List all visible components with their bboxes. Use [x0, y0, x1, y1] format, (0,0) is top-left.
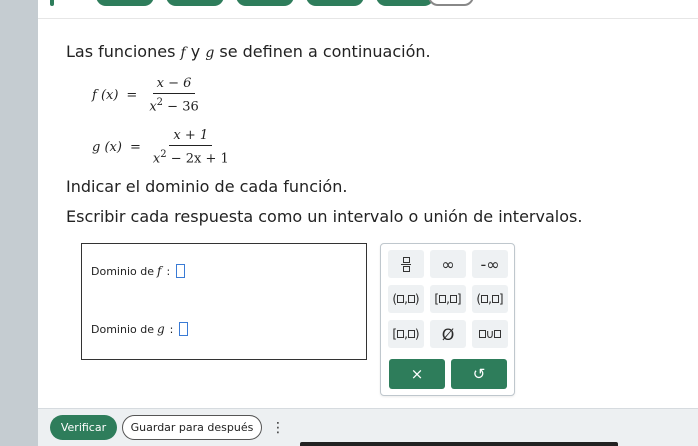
equals-sign: = — [129, 139, 141, 155]
fraction-key[interactable] — [388, 250, 424, 278]
f-den-rest: − 36 — [163, 99, 199, 115]
clear-icon: × — [410, 365, 424, 383]
bottom-scroll-bar — [300, 442, 618, 446]
g-den-rest: − 2x + 1 — [166, 151, 229, 167]
empty-set-key[interactable]: Ø — [430, 320, 466, 348]
open-closed-interval-key[interactable]: (,] — [472, 285, 508, 313]
closed-open-interval-key[interactable]: [,) — [388, 320, 424, 348]
empty-set-label: Ø — [441, 324, 455, 344]
f-denominator: x2 − 36 — [145, 94, 202, 114]
progress-indicator — [38, 0, 698, 8]
g-fraction: x + 1 x2 − 2x + 1 — [149, 128, 233, 166]
f-fraction: x − 6 x2 − 36 — [145, 76, 202, 114]
instruction-domain: Indicar el dominio de cada función. — [66, 177, 348, 196]
left-strip — [0, 0, 38, 446]
domain-g-row: Dominio de g : — [91, 322, 189, 336]
open-open-interval-key[interactable]: (,) — [388, 285, 424, 313]
answer-box: Dominio de f : Dominio de g : — [81, 243, 367, 360]
infinity-key[interactable]: ∞ — [430, 250, 466, 278]
domain-f-label: Dominio de — [91, 264, 154, 278]
save-for-later-button[interactable]: Guardar para después — [122, 415, 262, 440]
domain-g-label: Dominio de — [91, 322, 154, 336]
fraction-icon — [401, 256, 411, 272]
math-keypad: ∞ -∞ (,) [,] (,] [,) Ø ∪ × ↺ — [380, 243, 515, 396]
g-denominator: x2 − 2x + 1 — [149, 146, 233, 166]
g-symbol: g — [205, 45, 215, 61]
intro-text: Las funciones — [66, 42, 181, 61]
f-lhs: f (x) — [92, 87, 119, 103]
domain-f-colon: : — [166, 264, 171, 278]
verify-button[interactable]: Verificar — [50, 415, 117, 440]
problem-intro: Las funciones f y g se definen a continu… — [66, 42, 431, 61]
domain-f-row: Dominio de f : — [91, 264, 186, 278]
f-den-base: x — [149, 99, 157, 115]
union-key[interactable]: ∪ — [472, 320, 508, 348]
g-numerator: x + 1 — [169, 128, 213, 146]
domain-f-input[interactable] — [176, 264, 186, 278]
neg-infinity-label: -∞ — [480, 254, 500, 274]
intro-suffix: se definen a continuación. — [214, 42, 431, 61]
g-definition: g (x) = x + 1 x2 − 2x + 1 — [92, 128, 233, 166]
progress-step — [96, 0, 154, 6]
infinity-label: ∞ — [441, 254, 455, 274]
clear-button[interactable]: × — [389, 359, 445, 389]
domain-g-symbol: g — [156, 322, 165, 336]
domain-f-symbol: f — [156, 264, 162, 278]
equals-sign: = — [126, 87, 138, 103]
progress-step — [166, 0, 224, 6]
instruction-interval: Escribir cada respuesta como un interval… — [66, 207, 583, 226]
g-lhs: g (x) — [92, 139, 122, 155]
progress-step — [236, 0, 294, 6]
f-definition: f (x) = x − 6 x2 − 36 — [92, 76, 203, 114]
and-text: y — [185, 42, 206, 61]
progress-step — [376, 0, 434, 6]
topbar-divider — [38, 18, 698, 19]
more-options-icon[interactable]: ⋮ — [270, 415, 286, 440]
progress-step-current — [428, 0, 474, 6]
domain-g-input[interactable] — [179, 322, 189, 336]
progress-step — [306, 0, 364, 6]
undo-button[interactable]: ↺ — [451, 359, 507, 389]
undo-icon: ↺ — [472, 365, 486, 383]
f-numerator: x − 6 — [152, 76, 196, 94]
union-label: ∪ — [485, 327, 495, 341]
neg-infinity-key[interactable]: -∞ — [472, 250, 508, 278]
domain-g-colon: : — [169, 322, 174, 336]
progress-step — [50, 0, 54, 6]
closed-closed-interval-key[interactable]: [,] — [430, 285, 466, 313]
